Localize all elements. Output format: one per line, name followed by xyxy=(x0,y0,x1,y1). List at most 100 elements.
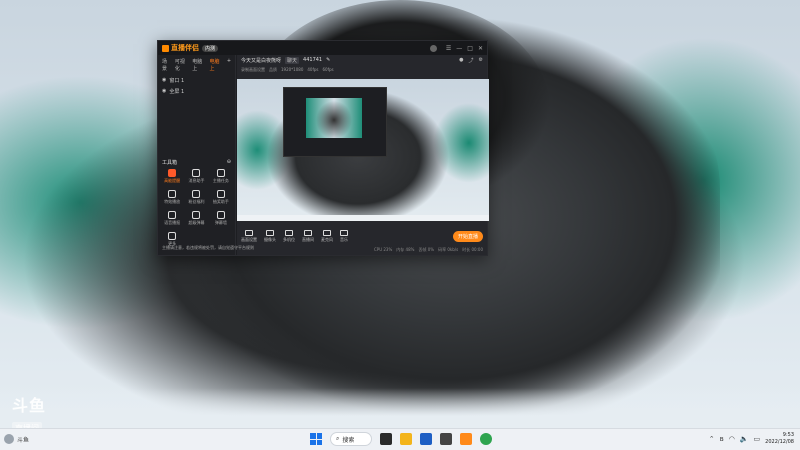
tool-item[interactable]: 高能提醒 xyxy=(160,169,184,184)
status-item: CPU 23% xyxy=(373,247,393,252)
taskbar-search[interactable]: ⌕ 搜索 xyxy=(330,432,372,446)
tool-item[interactable]: 特效播放 xyxy=(160,190,184,205)
battery-icon[interactable]: ▭ xyxy=(754,435,761,443)
bottom-tool-label: 多机位 xyxy=(283,236,295,242)
clock[interactable]: 9:53 2022/12/08 xyxy=(765,432,794,446)
eye-icon[interactable]: ◉ xyxy=(162,77,166,84)
task-view-icon[interactable] xyxy=(380,433,392,445)
volume-icon[interactable]: 🔈 xyxy=(740,435,749,443)
tab-scene-3[interactable]: 电脑上 xyxy=(210,58,223,72)
source-item[interactable]: ◉ 全屏 1 xyxy=(158,86,235,97)
app-titlebar[interactable]: 直播伴侣 内测 ☰ — □ ✕ xyxy=(158,41,487,55)
close-icon[interactable]: ✕ xyxy=(478,45,483,52)
notice-text: 主播请注意，若违规将被处罚，请自觉遵守平台规则 xyxy=(162,245,254,250)
store-icon[interactable] xyxy=(420,433,432,445)
tab-scene-0[interactable]: 场景 xyxy=(162,58,171,72)
bottom-tool[interactable]: 直播间 xyxy=(302,229,314,243)
room-tag[interactable]: 聊天 xyxy=(285,56,300,64)
stream-preview[interactable] xyxy=(237,79,489,221)
tab-scene-2[interactable]: 电脑上 xyxy=(192,58,205,72)
tool-icon xyxy=(216,211,225,219)
wallpaper-snow xyxy=(0,388,800,428)
tool-item[interactable]: 语音播报 xyxy=(160,211,184,226)
room-actions: ● ⤴ ⚙ xyxy=(459,57,483,64)
taskbar-apps: ⌕ 搜索 xyxy=(310,432,492,446)
app-logo: 直播伴侣 xyxy=(162,43,199,53)
toolbox-toggle-icon[interactable]: ⊖ xyxy=(227,159,231,166)
room-info-0[interactable]: 录制画面设置 xyxy=(241,67,265,73)
edit-icon[interactable]: ✎ xyxy=(326,57,330,63)
tool-icon xyxy=(168,169,177,177)
douyu-app-icon[interactable] xyxy=(460,433,472,445)
microphone-icon xyxy=(323,229,331,236)
tool-item[interactable]: 弹幕墙 xyxy=(209,211,233,226)
avatar[interactable] xyxy=(429,44,437,52)
room-info-3: 40fps xyxy=(307,67,319,72)
toolbox-grid: 高能提醒 消息助手 主播任务 特效播放 粉丝福利 抽奖助手 语音播报 超级弹幕 … xyxy=(160,169,233,247)
taskbar-left-label: 斗鱼 xyxy=(17,436,30,444)
app-badge: 内测 xyxy=(202,44,219,52)
tool-label: 抽奖助手 xyxy=(212,199,229,204)
add-scene-icon[interactable]: + xyxy=(227,58,231,72)
wifi-icon[interactable]: ◠ xyxy=(729,435,735,443)
bottom-tool[interactable]: 画面设置 xyxy=(241,229,257,243)
tool-label: 超级弹幕 xyxy=(188,220,205,225)
screen-icon xyxy=(245,229,253,236)
tool-icon xyxy=(192,211,201,219)
windows-start-icon[interactable] xyxy=(310,433,322,445)
streaming-app-window[interactable]: 直播伴侣 内测 ☰ — □ ✕ 场景 可视化 电脑上 电脑上 + ◉ 窗口 1 xyxy=(157,40,489,256)
bottom-tool[interactable]: 多机位 xyxy=(283,229,295,243)
taskbar-widgets[interactable]: 斗鱼 xyxy=(4,434,29,444)
settings-icon[interactable]: ⚙ xyxy=(479,57,483,64)
minimize-icon[interactable]: — xyxy=(456,45,462,52)
eye-icon[interactable]: ◉ xyxy=(162,88,166,95)
tool-label: 语音播报 xyxy=(164,220,181,225)
menu-icon[interactable]: ☰ xyxy=(446,45,451,52)
widget-icon xyxy=(4,434,14,444)
bottom-tool-label: 音乐 xyxy=(340,236,348,242)
tool-icon xyxy=(216,190,225,198)
bottom-tool[interactable]: 摄像头 xyxy=(264,229,276,243)
music-icon xyxy=(340,229,348,236)
start-stream-button[interactable]: 开始直播 xyxy=(452,230,483,242)
browser-icon[interactable] xyxy=(480,433,492,445)
main-panel: 今天又是白夜熊呀 聊天 441741 ✎ ● ⤴ ⚙ 录制画面设置 品质 192… xyxy=(237,55,489,255)
bottom-tool-label: 画面设置 xyxy=(241,236,257,242)
tool-icon xyxy=(168,190,177,198)
tool-item[interactable]: 超级弹幕 xyxy=(184,211,208,226)
bluetooth-icon[interactable]: ʙ xyxy=(720,435,724,443)
tool-label: 特效播放 xyxy=(164,199,181,204)
system-tray: ⌃ ʙ ◠ 🔈 ▭ 9:53 2022/12/08 xyxy=(709,432,794,446)
room-info-2: 1920*1080 xyxy=(281,67,304,72)
taskbar: 斗鱼 ⌕ 搜索 ⌃ ʙ ◠ 🔈 ▭ 9:53 2022/12/08 xyxy=(0,428,800,450)
maximize-icon[interactable]: □ xyxy=(467,45,473,52)
source-label: 窗口 1 xyxy=(169,78,185,84)
clock-time: 9:53 xyxy=(782,432,794,438)
preview-taskbar xyxy=(237,215,489,221)
terminal-icon[interactable] xyxy=(440,433,452,445)
room-title[interactable]: 今天又是白夜熊呀 xyxy=(241,57,281,64)
source-item[interactable]: ◉ 窗口 1 xyxy=(158,75,235,86)
tool-item[interactable]: 抽奖助手 xyxy=(209,190,233,205)
tool-item[interactable]: 消息助手 xyxy=(184,169,208,184)
tool-item[interactable]: 主播任务 xyxy=(209,169,233,184)
tool-item[interactable]: 粉丝福利 xyxy=(184,190,208,205)
tool-icon xyxy=(168,211,177,219)
tool-label: 弹幕墙 xyxy=(214,220,227,225)
search-label: 搜索 xyxy=(342,436,355,444)
bottom-tool[interactable]: 音乐 xyxy=(340,229,348,243)
bottom-tool-label: 直播间 xyxy=(302,236,314,242)
scene-tabs: 场景 可视化 电脑上 电脑上 + xyxy=(158,55,235,75)
record-icon[interactable]: ● xyxy=(459,57,463,64)
bottom-tool[interactable]: 麦克风 xyxy=(321,229,333,243)
preview-nested-window xyxy=(283,87,387,157)
app-title: 直播伴侣 xyxy=(171,44,199,52)
chevron-up-icon[interactable]: ⌃ xyxy=(709,435,715,443)
bottom-tool-label: 摄像头 xyxy=(264,236,276,242)
toolbox-header: 工具箱 ⊖ xyxy=(162,159,231,166)
share-icon[interactable]: ⤴ xyxy=(469,57,474,64)
room-info-4: 60fps xyxy=(322,67,334,72)
file-explorer-icon[interactable] xyxy=(400,433,412,445)
tab-scene-1[interactable]: 可视化 xyxy=(175,58,188,72)
tool-icon xyxy=(216,169,225,177)
